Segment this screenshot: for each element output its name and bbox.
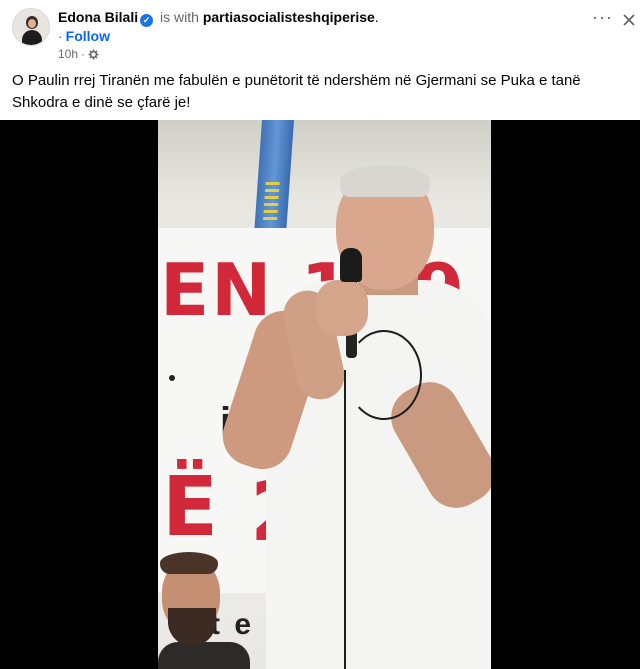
tagged-page-link[interactable]: partiasocialisteshqiperise — [203, 9, 375, 25]
avatar-face-shape — [28, 19, 36, 28]
flag — [253, 120, 295, 235]
follow-separator: · — [58, 28, 63, 44]
video-player[interactable]: EN 1 9 iqiptar Ë 2 t e — [0, 120, 640, 669]
post-timestamp[interactable]: 10h — [58, 47, 78, 61]
speaker-hair — [340, 165, 430, 197]
avatar-body-shape — [22, 30, 42, 45]
meta-separator: · — [81, 47, 86, 61]
banner-text-line3: Ë — [162, 460, 219, 555]
post-caption: O Paulin rrej Tiranën me fabulën e punët… — [12, 72, 581, 111]
speaker-hand — [316, 280, 368, 336]
verified-badge-icon: ✓ — [140, 14, 154, 27]
close-icon[interactable] — [621, 12, 637, 28]
video-frame: EN 1 9 iqiptar Ë 2 t e — [158, 120, 491, 669]
author-line: Edona Bilali ✓ is with partiasocialistesh… — [58, 9, 379, 27]
bystander-hair — [160, 552, 218, 574]
microphone-cable-loop — [346, 330, 422, 420]
bystander-beard — [168, 608, 216, 646]
gear-icon[interactable] — [88, 48, 99, 60]
bystander-body — [158, 642, 250, 669]
with-suffix: . — [374, 9, 379, 25]
more-options-icon[interactable]: ··· — [592, 8, 612, 30]
microphone — [340, 248, 362, 282]
follow-line: · Follow — [58, 28, 110, 45]
author-name[interactable]: Edona Bilali — [58, 9, 138, 25]
post-header: Edona Bilali ✓ is with partiasocialistesh… — [0, 0, 640, 64]
post-meta: 10h · — [58, 47, 99, 61]
follow-button[interactable]: Follow — [66, 28, 110, 44]
author-avatar[interactable] — [12, 8, 50, 46]
banner-dot — [169, 375, 175, 381]
with-text: is with — [160, 9, 199, 25]
microphone-cable — [344, 370, 346, 669]
